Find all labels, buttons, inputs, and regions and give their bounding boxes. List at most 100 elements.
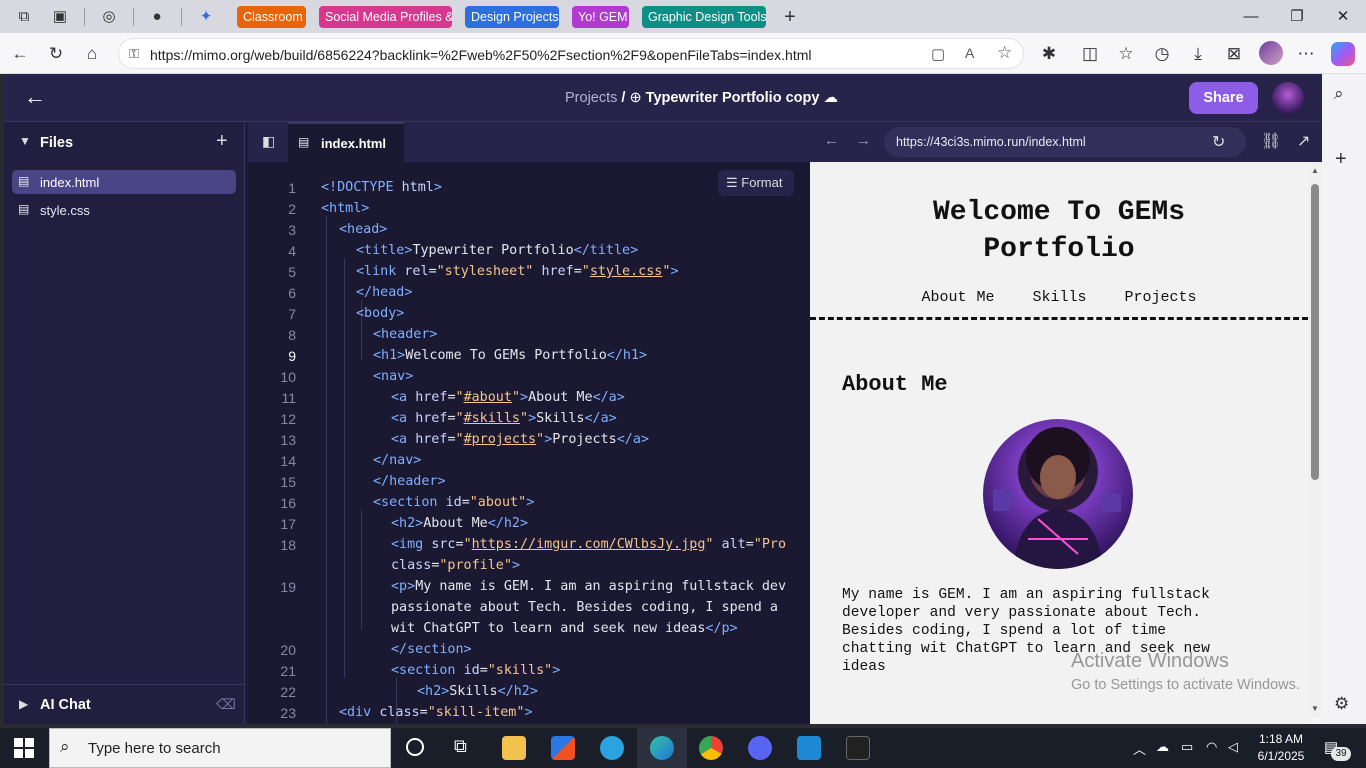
preview-back-icon[interactable]: ← <box>824 132 839 149</box>
share-button[interactable]: Share <box>1189 82 1258 114</box>
microsoft-store-icon[interactable] <box>551 736 575 760</box>
scroll-up-icon[interactable]: ▲ <box>1311 166 1319 175</box>
vscode-icon[interactable] <box>797 736 821 760</box>
split-screen-icon[interactable]: ◫ <box>1078 42 1102 66</box>
read-aloud-icon[interactable]: A <box>965 45 974 61</box>
paragraph-line: My name is GEM. I am an aspiring fullsta… <box>842 587 1210 603</box>
code-line: <html> <box>321 201 370 216</box>
back-arrow-icon[interactable]: ← <box>24 84 46 110</box>
network-weather-icon[interactable]: ☁ <box>1156 739 1169 755</box>
sidebar-settings-icon[interactable]: ⚙ <box>1334 694 1349 714</box>
open-external-icon[interactable]: ↗ <box>1297 131 1310 151</box>
taskbar-search-box[interactable]: ⌕ Type here to search <box>49 728 391 768</box>
workspaces-icon[interactable]: ⧉ <box>13 6 35 28</box>
favorite-star-icon[interactable]: ☆ <box>997 43 1012 63</box>
format-button[interactable]: ☰ Format <box>718 170 794 196</box>
collapse-chevron-icon[interactable]: ▼ <box>19 134 31 148</box>
user-avatar[interactable] <box>1272 82 1304 114</box>
code-line: <head> <box>339 222 388 237</box>
task-view-icon[interactable]: ⧉ <box>454 736 467 757</box>
scrollbar-thumb[interactable] <box>1311 184 1319 480</box>
tab-group-graphic-design-tools[interactable]: Graphic Design Tools <box>642 6 766 28</box>
file-explorer-icon[interactable] <box>502 736 526 760</box>
site-info-icon[interactable]: ⚿ <box>129 46 139 62</box>
clock-time: 1:18 AM <box>1258 732 1304 746</box>
tab-separator <box>133 8 134 26</box>
breadcrumb-projects-link[interactable]: Projects <box>565 90 617 106</box>
app-available-icon[interactable]: ▢ <box>931 45 945 63</box>
history-icon[interactable]: ◷ <box>1150 42 1174 66</box>
extensions-icon[interactable]: ✱ <box>1037 42 1061 66</box>
line-number: 20 <box>280 642 296 658</box>
tab-group-classroom[interactable]: Classroom <box>237 6 306 28</box>
show-hidden-icons[interactable]: ︿ <box>1133 739 1146 758</box>
file-item-style[interactable]: ▤ style.css <box>12 198 236 222</box>
line-number: 22 <box>280 684 296 700</box>
tab-group-social-media[interactable]: Social Media Profiles & <box>319 6 452 28</box>
downloads-icon[interactable]: ⤓ <box>1186 42 1210 66</box>
line-number: 15 <box>280 474 296 490</box>
edge-taskbar-active[interactable] <box>637 728 687 768</box>
toggle-sidebar-icon[interactable]: ◧ <box>262 133 275 150</box>
sidebar-search-icon[interactable]: ⌕ <box>1334 84 1344 104</box>
discord-icon[interactable] <box>748 736 772 760</box>
eraser-icon[interactable]: ⌫ <box>216 696 236 713</box>
battery-icon[interactable]: ▭ <box>1181 739 1193 755</box>
files-heading: Files <box>40 135 74 151</box>
pinned-tab-spiral-icon[interactable]: ◎ <box>98 6 120 28</box>
preview-reload-icon[interactable]: ↻ <box>1212 132 1225 152</box>
nav-about-link[interactable]: About Me <box>921 289 994 306</box>
app-icon[interactable] <box>846 736 870 760</box>
ai-chat-bar[interactable]: ▶ AI Chat ⌫ <box>4 684 245 724</box>
code-area[interactable]: ☰ Format 1 2 3 4 5 6 7 8 9 10 11 12 13 1… <box>248 162 810 724</box>
editor-tab-bar: ◧ ▤ index.html <box>248 122 810 162</box>
wifi-icon[interactable]: ◠ <box>1206 739 1217 755</box>
line-number: 16 <box>280 495 296 511</box>
minimize-icon[interactable]: — <box>1236 6 1266 28</box>
screenshot-icon[interactable]: ⊠ <box>1222 42 1246 66</box>
pinned-tab-github-icon[interactable]: ● <box>146 6 168 28</box>
paragraph-line: developer and very passionate about Tech… <box>842 605 1202 621</box>
line-number: 9 <box>288 348 296 364</box>
copilot-icon[interactable] <box>1331 42 1355 66</box>
add-file-icon[interactable]: + <box>216 130 228 153</box>
preview-scrollbar[interactable]: ▲ ▼ <box>1308 162 1322 718</box>
taskbar-search-placeholder: Type here to search <box>88 740 221 757</box>
new-tab-icon[interactable]: + <box>779 6 801 28</box>
page-nav: About Me Skills Projects <box>810 289 1308 306</box>
copy-link-icon[interactable]: ⛓ <box>1261 131 1281 151</box>
telegram-icon[interactable] <box>600 736 624 760</box>
line-number: 8 <box>288 327 296 343</box>
line-number: 12 <box>280 411 296 427</box>
address-bar[interactable]: ⚿ https://mimo.org/web/build/6856224?bac… <box>118 38 1024 69</box>
preview-forward-icon[interactable]: → <box>856 132 871 149</box>
chrome-icon[interactable] <box>699 736 723 760</box>
taskbar-clock[interactable]: 1:18 AM 6/1/2025 <box>1253 731 1309 765</box>
favorites-icon[interactable]: ☆ <box>1114 42 1138 66</box>
tab-group-design-projects[interactable]: Design Projects <box>465 6 559 28</box>
file-item-index[interactable]: ▤ index.html <box>12 170 236 194</box>
close-window-icon[interactable]: ✕ <box>1328 6 1358 28</box>
nav-projects-link[interactable]: Projects <box>1125 289 1197 306</box>
tab-group-yo-gem[interactable]: Yo! GEM <box>572 6 629 28</box>
cortana-icon[interactable] <box>406 738 424 756</box>
preview-url-bar[interactable]: https://43ci3s.mimo.run/index.html ↻ <box>884 127 1246 157</box>
windows-start-icon[interactable] <box>14 738 34 758</box>
back-icon[interactable]: ← <box>8 42 32 66</box>
profile-illustration <box>993 427 1121 569</box>
sidebar-add-icon[interactable]: + <box>1335 148 1347 171</box>
pinned-tab-gemini-icon[interactable]: ✦ <box>195 6 217 28</box>
header-divider <box>810 317 1308 320</box>
tab-index-html[interactable]: ▤ index.html <box>288 122 404 162</box>
volume-icon[interactable]: ◁ <box>1228 739 1238 755</box>
restore-icon[interactable]: ❐ <box>1282 6 1312 28</box>
nav-skills-link[interactable]: Skills <box>1032 289 1086 306</box>
scroll-down-icon[interactable]: ▼ <box>1311 704 1319 713</box>
home-icon[interactable]: ⌂ <box>80 42 104 66</box>
settings-more-icon[interactable]: ⋯ <box>1294 42 1318 66</box>
file-item-label: style.css <box>40 203 90 218</box>
reload-icon[interactable]: ↻ <box>44 42 68 66</box>
code-line: <a href="#skills">Skills</a> <box>391 411 617 426</box>
tab-actions-icon[interactable]: ▣ <box>49 6 71 28</box>
profile-avatar[interactable] <box>1259 41 1283 65</box>
